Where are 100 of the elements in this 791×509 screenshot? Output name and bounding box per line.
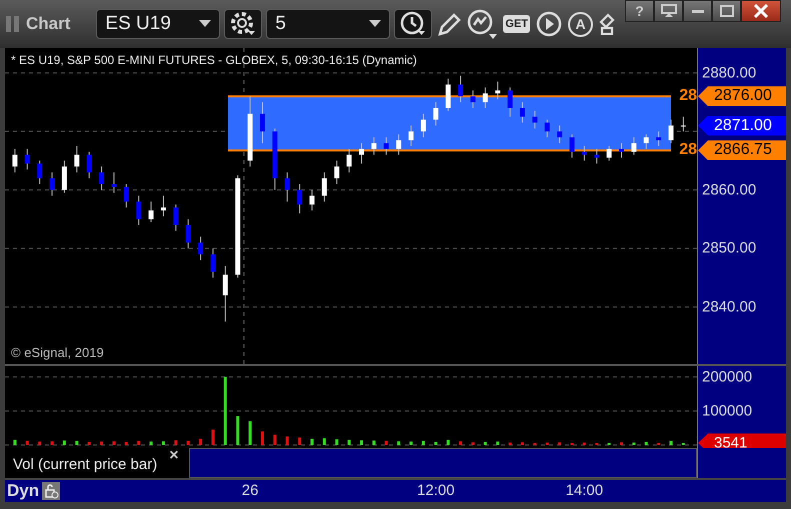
- volume-bar: [50, 441, 54, 445]
- candle: [359, 142, 364, 164]
- help-button[interactable]: ?: [625, 0, 654, 22]
- candle: [396, 134, 402, 156]
- candle: [420, 113, 426, 138]
- gear-icon: [230, 11, 256, 37]
- candle: [222, 265, 228, 322]
- candle: [384, 136, 389, 156]
- candle: [458, 75, 464, 103]
- volume-bar: [348, 440, 351, 445]
- clock-icon: [400, 11, 426, 37]
- volume-bar: [558, 442, 562, 445]
- line-chart-icon: [467, 9, 498, 39]
- time-label: 26: [242, 483, 258, 498]
- candle: [618, 142, 624, 158]
- volume-bar: [298, 438, 302, 445]
- line-price-label: 28: [679, 88, 697, 104]
- candle: [136, 195, 142, 226]
- candle: [186, 218, 191, 249]
- candle: [346, 148, 352, 173]
- candle: [408, 125, 414, 147]
- volume-bar: [75, 440, 78, 445]
- volume-bar: [310, 438, 314, 445]
- close-icon: [754, 4, 768, 18]
- volume-bar: [112, 441, 116, 445]
- volume-bar: [471, 442, 474, 445]
- play-icon: [536, 11, 562, 37]
- settings-button[interactable]: [224, 9, 262, 39]
- candle: [173, 204, 178, 232]
- maximize-button[interactable]: [712, 0, 741, 22]
- volume-bar: [360, 440, 364, 445]
- axis-tick-label: 2850.00: [702, 240, 756, 256]
- volume-bar: [546, 442, 549, 445]
- window-title: Chart: [26, 13, 70, 36]
- volume-bar: [26, 440, 29, 445]
- link-button[interactable]: [598, 13, 616, 35]
- dropdown[interactable]: 5: [266, 9, 390, 39]
- candle: [99, 166, 104, 190]
- volume-bar: [533, 442, 536, 445]
- volume-bar: [644, 442, 648, 445]
- maximize-icon: [720, 5, 734, 17]
- candle: [656, 130, 662, 147]
- volume-bar: [248, 421, 252, 445]
- volume-bar: [372, 440, 376, 445]
- auto-button[interactable]: A: [567, 12, 594, 36]
- time-label: 14:00: [566, 483, 604, 498]
- volume-bar: [286, 436, 289, 445]
- volume-bar: [150, 442, 153, 445]
- candle: [582, 146, 587, 162]
- volume-bar: [322, 438, 326, 445]
- candle: [433, 102, 438, 126]
- candle: [74, 146, 80, 173]
- volume-bar: [434, 442, 438, 445]
- candle: [37, 160, 42, 185]
- candle: [272, 128, 278, 190]
- interval-button[interactable]: [394, 9, 432, 39]
- minimize-button[interactable]: [683, 0, 712, 22]
- menu-button[interactable]: [654, 0, 683, 22]
- candle: [544, 119, 550, 138]
- candle: [210, 248, 216, 278]
- volume-bar: [657, 442, 660, 445]
- highlight-rectangle[interactable]: [228, 95, 671, 152]
- play-button[interactable]: [535, 11, 564, 37]
- candle: [62, 160, 67, 194]
- chart-header: * ES U19, S&P 500 E-MINI FUTURES - GLOBEX, 5, 09:30-16:15 (Dynamic): [11, 54, 417, 66]
- candle: [86, 151, 92, 179]
- volume-bar: [236, 416, 240, 445]
- minimize-icon: [692, 10, 704, 12]
- price-tag: 2866.75: [698, 140, 786, 160]
- candle: [124, 184, 129, 208]
- volume-bar: [670, 440, 672, 445]
- volume-bar: [62, 440, 66, 445]
- volume-bar: [608, 442, 611, 445]
- candle: [631, 136, 636, 156]
- candle: [334, 160, 340, 185]
- candle: [520, 102, 525, 124]
- candle: [297, 184, 302, 214]
- get-button[interactable]: GET: [502, 14, 532, 34]
- candle: [12, 148, 18, 173]
- candle: [482, 87, 488, 108]
- pencil-button[interactable]: [436, 11, 462, 37]
- grip-icon[interactable]: [4, 14, 22, 34]
- axis-tick-label: 2860.00: [702, 182, 756, 198]
- dropdown[interactable]: ES U19: [96, 9, 220, 39]
- pencil-icon: [437, 11, 462, 37]
- close-button[interactable]: [741, 0, 781, 22]
- volume-bar: [273, 434, 276, 445]
- volume-bar: [261, 431, 264, 445]
- study-button[interactable]: [466, 9, 498, 39]
- volume-bar: [174, 440, 178, 445]
- volume-bar: [211, 430, 214, 445]
- candle: [446, 78, 451, 112]
- volume-bar: [162, 441, 165, 445]
- candle: [260, 102, 265, 144]
- volume-bar: [224, 376, 227, 445]
- volume-bar: [186, 440, 190, 445]
- close-button[interactable]: ×: [165, 448, 183, 464]
- candle: [198, 236, 204, 261]
- time-label: 12:00: [417, 483, 455, 498]
- candle: [24, 148, 30, 170]
